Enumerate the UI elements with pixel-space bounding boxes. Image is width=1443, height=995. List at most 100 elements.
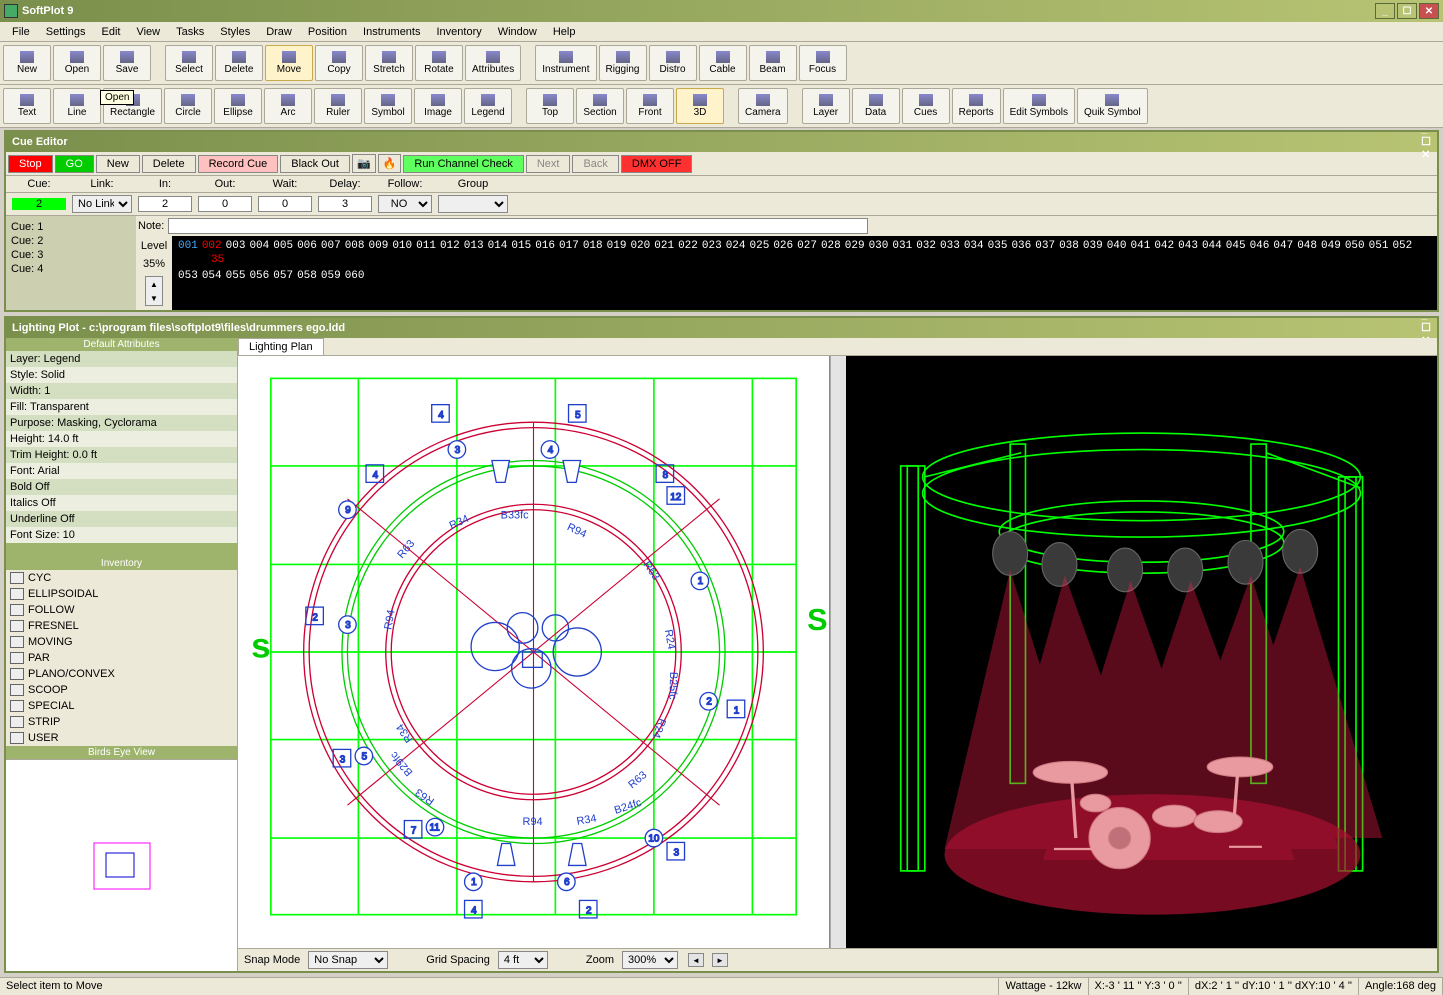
zoom-select[interactable]: 300%: [622, 951, 678, 969]
channel-001[interactable]: 001: [178, 240, 198, 252]
channel-020[interactable]: 020: [630, 240, 650, 252]
channel-040[interactable]: 040: [1107, 240, 1127, 252]
inventory-item-planoconvex[interactable]: PLANO/CONVEX: [6, 666, 237, 682]
in-input[interactable]: [138, 196, 192, 212]
blackout-button[interactable]: Black Out: [280, 155, 350, 173]
toolbar-image-button[interactable]: Image: [414, 88, 462, 124]
channel-009[interactable]: 009: [369, 240, 389, 252]
plot-minimize-button[interactable]: _: [1421, 309, 1431, 321]
channel-015[interactable]: 015: [511, 240, 531, 252]
snapmode-select[interactable]: No Snap: [308, 951, 388, 969]
cue-close-button[interactable]: ✕: [1421, 148, 1431, 161]
toolbar-delete-button[interactable]: Delete: [215, 45, 263, 81]
inventory-item-par[interactable]: PAR: [6, 650, 237, 666]
channel-031[interactable]: 031: [892, 240, 912, 252]
cue-minimize-button[interactable]: _: [1421, 123, 1431, 135]
channel-021[interactable]: 021: [654, 240, 674, 252]
toolbar-top-button[interactable]: Top: [526, 88, 574, 124]
channel-029[interactable]: 029: [845, 240, 865, 252]
toolbar-section-button[interactable]: Section: [576, 88, 624, 124]
channel-059[interactable]: 059: [321, 270, 341, 282]
toolbar-layer-button[interactable]: Layer: [802, 88, 850, 124]
toolbar-attributes-button[interactable]: Attributes: [465, 45, 521, 81]
channel-028[interactable]: 028: [821, 240, 841, 252]
delay-input[interactable]: [318, 196, 372, 212]
channel-006[interactable]: 006: [297, 240, 317, 252]
menu-instruments[interactable]: Instruments: [355, 24, 428, 40]
toolbar-reports-button[interactable]: Reports: [952, 88, 1001, 124]
out-input[interactable]: [198, 196, 252, 212]
toolbar-new-button[interactable]: New: [3, 45, 51, 81]
channel-023[interactable]: 023: [702, 240, 722, 252]
attribute-row[interactable]: Font Size: 10: [6, 527, 237, 543]
toolbar-ellipse-button[interactable]: Ellipse: [214, 88, 262, 124]
camera-icon-button[interactable]: 📷: [352, 154, 376, 173]
menu-settings[interactable]: Settings: [38, 24, 94, 40]
channel-050[interactable]: 050: [1345, 240, 1365, 252]
minimize-button[interactable]: _: [1375, 3, 1395, 19]
channel-060[interactable]: 060: [345, 270, 365, 282]
channel-052[interactable]: 052: [1392, 240, 1412, 252]
next-button[interactable]: Next: [526, 155, 571, 173]
wait-input[interactable]: [258, 196, 312, 212]
toolbar-distro-button[interactable]: Distro: [649, 45, 697, 81]
channel-018[interactable]: 018: [583, 240, 603, 252]
toolbar-instrument-button[interactable]: Instrument: [535, 45, 596, 81]
group-select[interactable]: [438, 195, 508, 213]
channel-026[interactable]: 026: [773, 240, 793, 252]
menu-position[interactable]: Position: [300, 24, 355, 40]
cue-maximize-button[interactable]: ☐: [1421, 135, 1431, 148]
channel-043[interactable]: 043: [1178, 240, 1198, 252]
toolbar-3d-button[interactable]: 3D: [676, 88, 724, 124]
maximize-button[interactable]: ☐: [1397, 3, 1417, 19]
attribute-row[interactable]: Italics Off: [6, 495, 237, 511]
channel-019[interactable]: 019: [607, 240, 627, 252]
toolbar-line-button[interactable]: Line: [53, 88, 101, 124]
channel-037[interactable]: 037: [1035, 240, 1055, 252]
go-button[interactable]: GO: [55, 155, 94, 173]
attribute-row[interactable]: Width: 1: [6, 383, 237, 399]
attribute-row[interactable]: Style: Solid: [6, 367, 237, 383]
attribute-row[interactable]: Purpose: Masking, Cyclorama: [6, 415, 237, 431]
level-spinner[interactable]: ▲▼: [145, 276, 163, 306]
attribute-row[interactable]: Layer: Legend: [6, 351, 237, 367]
toolbar-camera-button[interactable]: Camera: [738, 88, 788, 124]
channel-047[interactable]: 047: [1273, 240, 1293, 252]
attribute-row[interactable]: Bold Off: [6, 479, 237, 495]
menu-draw[interactable]: Draw: [258, 24, 300, 40]
channel-056[interactable]: 056: [249, 270, 269, 282]
vertical-scrollbar[interactable]: [830, 356, 846, 948]
inventory-item-moving[interactable]: MOVING: [6, 634, 237, 650]
channel-003[interactable]: 003: [226, 240, 246, 252]
close-button[interactable]: ✕: [1419, 3, 1439, 19]
inventory-item-special[interactable]: SPECIAL: [6, 698, 237, 714]
menu-edit[interactable]: Edit: [93, 24, 128, 40]
toolbar-data-button[interactable]: Data: [852, 88, 900, 124]
inventory-item-follow[interactable]: FOLLOW: [6, 602, 237, 618]
channel-034[interactable]: 034: [964, 240, 984, 252]
plot-maximize-button[interactable]: ☐: [1421, 321, 1431, 334]
channel-007[interactable]: 007: [321, 240, 341, 252]
inventory-item-user[interactable]: USER: [6, 730, 237, 746]
attribute-row[interactable]: Fill: Transparent: [6, 399, 237, 415]
stop-button[interactable]: Stop: [8, 155, 53, 173]
back-button[interactable]: Back: [572, 155, 618, 173]
channel-058[interactable]: 058: [297, 270, 317, 282]
toolbar-move-button[interactable]: Move: [265, 45, 313, 81]
channel-002[interactable]: 002: [202, 240, 222, 252]
channel-012[interactable]: 012: [440, 240, 460, 252]
menu-inventory[interactable]: Inventory: [428, 24, 489, 40]
toolbar-cues-button[interactable]: Cues: [902, 88, 950, 124]
toolbar-circle-button[interactable]: Circle: [164, 88, 212, 124]
channel-044[interactable]: 044: [1202, 240, 1222, 252]
toolbar-legend-button[interactable]: Legend: [464, 88, 512, 124]
channel-042[interactable]: 042: [1154, 240, 1174, 252]
channel-022[interactable]: 022: [678, 240, 698, 252]
inventory-item-scoop[interactable]: SCOOP: [6, 682, 237, 698]
attribute-row[interactable]: Trim Height: 0.0 ft: [6, 447, 237, 463]
toolbar-arc-button[interactable]: Arc: [264, 88, 312, 124]
channel-053[interactable]: 053: [178, 270, 198, 282]
toolbar-rigging-button[interactable]: Rigging: [599, 45, 647, 81]
channel-004[interactable]: 004: [249, 240, 269, 252]
channel-025[interactable]: 025: [750, 240, 770, 252]
